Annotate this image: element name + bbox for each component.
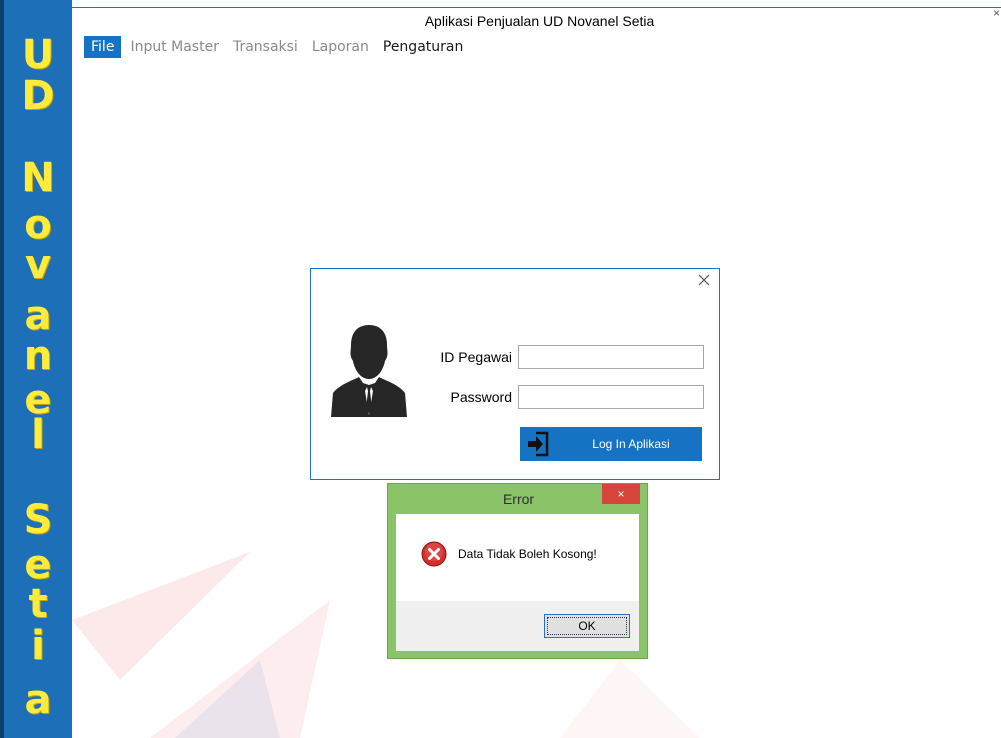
id-pegawai-input[interactable]	[518, 345, 704, 369]
sidebar-letter: o	[24, 202, 52, 248]
window-title: Aplikasi Penjualan UD Novanel Setia	[424, 13, 655, 29]
ok-button-label: OK	[547, 617, 627, 635]
error-dialog-body: Data Tidak Boleh Kosong! OK	[396, 514, 639, 651]
menu-input-master[interactable]: Input Master	[123, 36, 226, 58]
sidebar-letter: D	[21, 73, 55, 119]
login-icon	[528, 431, 549, 457]
sidebar-letter: i	[31, 623, 45, 669]
login-button[interactable]: Log In Aplikasi	[520, 427, 702, 461]
password-label: Password	[450, 389, 512, 405]
error-icon	[421, 541, 447, 567]
sidebar-letter: t	[28, 581, 48, 627]
error-dialog: Error × Data Tidak Boleh Kosong! OK	[387, 483, 648, 659]
close-icon[interactable]	[697, 273, 711, 287]
sidebar-letter: e	[24, 542, 52, 588]
login-button-label: Log In Aplikasi	[592, 437, 670, 451]
sidebar-banner: U D N o v a n e l S e t i a	[0, 0, 72, 738]
user-avatar-icon	[331, 325, 407, 417]
menu-bar: File Input Master Transaksi Laporan Peng…	[84, 36, 470, 58]
ok-button[interactable]: OK	[544, 614, 630, 638]
password-input[interactable]	[518, 385, 704, 409]
sidebar-letter: n	[23, 333, 53, 379]
sidebar-letter: U	[21, 32, 55, 78]
window-top-border	[72, 7, 1001, 8]
sidebar-letter: l	[31, 412, 45, 458]
error-message: Data Tidak Boleh Kosong!	[458, 547, 597, 561]
sidebar-letter: v	[24, 242, 52, 288]
login-dialog: ID Pegawai Password Log In Aplikasi	[310, 268, 720, 480]
sidebar-letter: a	[24, 293, 52, 339]
id-pegawai-label: ID Pegawai	[440, 349, 512, 365]
sidebar-letter: S	[23, 497, 53, 543]
sidebar-letter: a	[24, 677, 52, 723]
sidebar-letters: U D N o v a n e l S e t i a	[6, 0, 70, 738]
error-close-button[interactable]: ×	[602, 484, 640, 504]
menu-file[interactable]: File	[84, 36, 122, 58]
sidebar-letter: N	[21, 155, 55, 201]
menu-pengaturan[interactable]: Pengaturan	[376, 36, 470, 58]
window-close-button[interactable]: ×	[993, 7, 1001, 19]
menu-laporan[interactable]: Laporan	[305, 36, 376, 58]
sidebar-edge	[0, 0, 4, 738]
menu-transaksi[interactable]: Transaksi	[226, 36, 305, 58]
